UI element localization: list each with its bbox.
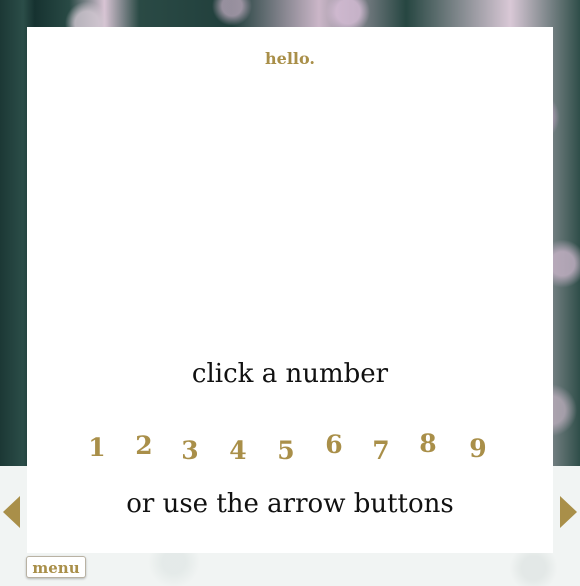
arrow-instruction-text: or use the arrow buttons xyxy=(126,489,454,519)
number-button-2[interactable]: 2 xyxy=(129,431,159,460)
menu-button[interactable]: menu xyxy=(26,556,86,578)
slide-panel: hello. click a number 1 2 3 4 5 6 7 8 9 … xyxy=(27,27,553,553)
number-button-5[interactable]: 5 xyxy=(271,436,301,465)
number-button-8[interactable]: 8 xyxy=(413,429,443,458)
arrow-right-icon[interactable] xyxy=(560,496,577,528)
number-button-7[interactable]: 7 xyxy=(366,436,396,465)
number-button-3[interactable]: 3 xyxy=(175,436,205,465)
arrow-left-icon[interactable] xyxy=(3,496,20,528)
greeting-text: hello. xyxy=(265,49,315,68)
number-button-4[interactable]: 4 xyxy=(223,436,253,465)
instruction-text: click a number xyxy=(191,359,389,389)
number-button-9[interactable]: 9 xyxy=(463,434,493,463)
number-button-6[interactable]: 6 xyxy=(319,430,349,459)
number-nav: 1 2 3 4 5 6 7 8 9 xyxy=(27,429,553,469)
number-button-1[interactable]: 1 xyxy=(82,433,112,462)
